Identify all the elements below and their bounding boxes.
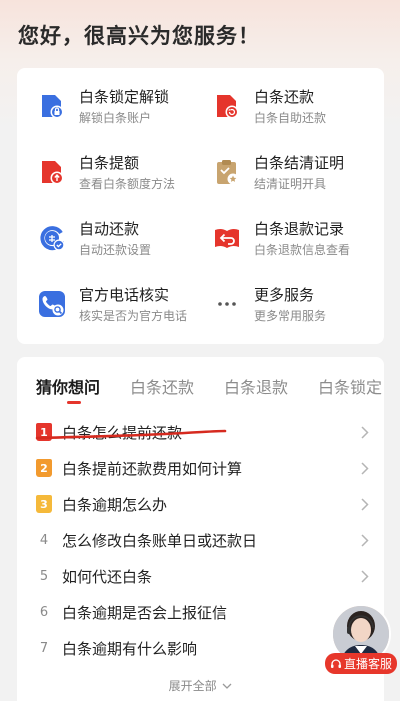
question-text: 白条提前还款费用如何计算 — [62, 459, 243, 478]
chevron-right-icon — [360, 497, 370, 511]
service-settlement-certificate[interactable]: 白条结清证明 结清证明开具 — [213, 152, 383, 196]
service-subtitle: 核实是否为官方电话 — [79, 309, 188, 323]
tab-refund[interactable]: 白条退款 — [224, 374, 288, 398]
question-text: 白条逾期怎么办 — [62, 495, 168, 514]
services-card: 白条锁定解锁 解锁白条账户 白条还款 白条自助还款 白条提额 查看白条额度方法 … — [17, 68, 384, 344]
headset-icon — [330, 658, 341, 668]
auto-repay-icon — [38, 224, 66, 252]
chevron-right-icon — [360, 461, 370, 475]
service-title: 白条提额 — [79, 154, 140, 172]
live-service-widget[interactable]: 直播客服 — [325, 604, 397, 676]
rank-number: 4 — [39, 532, 49, 548]
faq-tabs: 猜你想问 白条还款 白条退款 白条锁定 — [17, 357, 384, 409]
question-item[interactable]: 2 白条提前还款费用如何计算 — [17, 450, 384, 486]
question-text: 如何代还白条 — [62, 567, 153, 586]
service-raise-limit[interactable]: 白条提额 查看白条额度方法 — [38, 152, 208, 196]
expand-all-label: 展开全部 — [168, 679, 217, 693]
service-phone-verify[interactable]: 官方电话核实 核实是否为官方电话 — [38, 284, 208, 328]
service-subtitle: 自动还款设置 — [79, 243, 152, 257]
service-more[interactable]: 更多服务 更多常用服务 — [213, 284, 383, 328]
service-title: 更多服务 — [254, 286, 315, 304]
service-subtitle: 查看白条额度方法 — [79, 177, 176, 191]
question-text: 怎么修改白条账单日或还款日 — [62, 531, 258, 550]
chevron-right-icon — [360, 569, 370, 583]
repay-card-icon — [213, 92, 241, 120]
service-subtitle: 白条退款信息查看 — [254, 243, 351, 257]
service-subtitle: 解锁白条账户 — [79, 111, 152, 125]
service-title: 自动还款 — [79, 220, 140, 238]
tab-lock[interactable]: 白条锁定 — [318, 374, 382, 398]
active-tab-indicator — [67, 401, 81, 404]
expand-all-button[interactable]: 展开全部 — [17, 677, 384, 694]
service-subtitle: 更多常用服务 — [254, 309, 327, 323]
service-title: 白条退款记录 — [254, 220, 345, 238]
lock-card-icon — [38, 92, 66, 120]
handdrawn-underline — [35, 429, 227, 440]
question-item[interactable]: 3 白条逾期怎么办 — [17, 486, 384, 522]
service-repay[interactable]: 白条还款 白条自助还款 — [213, 86, 383, 130]
service-auto-repay[interactable]: 自动还款 自动还款设置 — [38, 218, 208, 262]
greeting-title: 您好，很高兴为您服务！ — [18, 24, 260, 48]
service-refund-records[interactable]: 白条退款记录 白条退款信息查看 — [213, 218, 383, 262]
rank-badge: 3 — [36, 495, 52, 513]
chevron-right-icon — [360, 533, 370, 547]
raise-limit-icon — [38, 158, 66, 186]
phone-verify-icon — [38, 290, 66, 318]
service-lock-unlock[interactable]: 白条锁定解锁 解锁白条账户 — [38, 86, 208, 130]
live-service-label: 直播客服 — [343, 657, 392, 671]
question-item[interactable]: 5 如何代还白条 — [17, 558, 384, 594]
more-dots-icon — [213, 290, 241, 318]
question-item[interactable]: 4 怎么修改白条账单日或还款日 — [17, 522, 384, 558]
service-title: 白条还款 — [254, 88, 315, 106]
chevron-down-icon — [222, 683, 232, 689]
live-service-button[interactable]: 直播客服 — [325, 653, 397, 674]
rank-badge: 2 — [36, 459, 52, 477]
service-title: 白条结清证明 — [254, 154, 345, 172]
chevron-right-icon — [360, 425, 370, 439]
rank-number: 6 — [39, 604, 49, 620]
rank-number: 7 — [39, 640, 49, 656]
tab-guess-questions[interactable]: 猜你想问 — [36, 374, 100, 398]
refund-book-icon — [213, 224, 241, 252]
rank-number: 5 — [39, 568, 49, 584]
service-title: 白条锁定解锁 — [79, 88, 170, 106]
service-title: 官方电话核实 — [79, 286, 170, 304]
service-subtitle: 结清证明开具 — [254, 177, 327, 191]
service-subtitle: 白条自助还款 — [254, 111, 327, 125]
clipboard-certificate-icon — [213, 158, 241, 186]
tab-repay[interactable]: 白条还款 — [130, 374, 194, 398]
